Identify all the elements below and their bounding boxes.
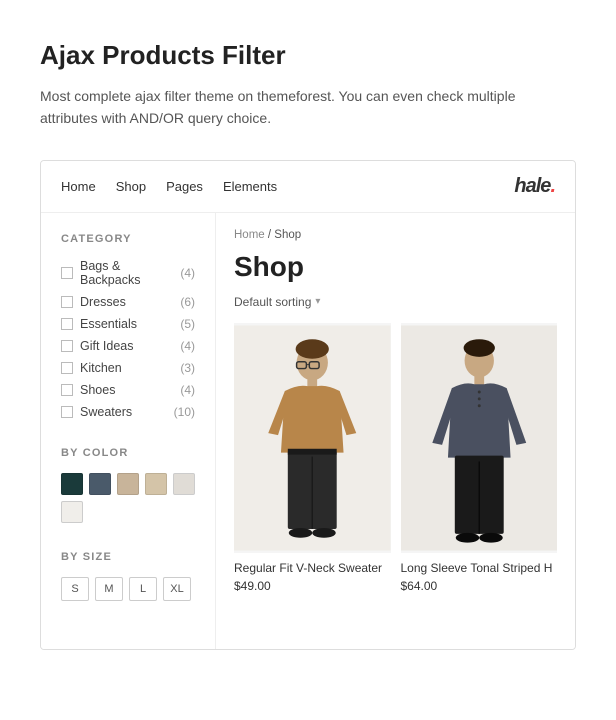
color-swatch-light-gray[interactable] xyxy=(173,473,195,495)
list-item: Shoes (4) xyxy=(61,383,195,397)
nav-link-shop[interactable]: Shop xyxy=(116,179,146,194)
breadcrumb: Home / Shop xyxy=(234,229,557,241)
sort-label: Default sorting xyxy=(234,295,311,309)
sorting-bar: Default sorting ▾ xyxy=(234,295,557,309)
category-checkbox-bags[interactable] xyxy=(61,267,73,279)
nav-link-pages[interactable]: Pages xyxy=(166,179,203,194)
color-filter-section: BY COLOR xyxy=(61,447,195,523)
category-name-sweaters[interactable]: Sweaters xyxy=(80,405,132,419)
color-swatches xyxy=(61,473,195,523)
site-body: CATEGORY Bags & Backpacks (4) xyxy=(41,213,575,649)
category-checkbox-sweaters[interactable] xyxy=(61,406,73,418)
list-item: Bags & Backpacks (4) xyxy=(61,259,195,287)
product-price-2: $64.00 xyxy=(401,579,558,593)
product-price-1: $49.00 xyxy=(234,579,391,593)
color-swatch-tan[interactable] xyxy=(117,473,139,495)
size-btn-m[interactable]: M xyxy=(95,577,123,601)
shop-title: Shop xyxy=(234,251,557,283)
product-name-2: Long Sleeve Tonal Striped H xyxy=(401,561,558,575)
browser-frame: Home Shop Pages Elements hale. CATEGORY xyxy=(40,160,576,650)
category-count-essentials: (5) xyxy=(180,317,195,331)
category-count-gift-ideas: (4) xyxy=(180,339,195,353)
main-content: Home / Shop Shop Default sorting ▾ xyxy=(216,213,575,649)
size-btn-l[interactable]: L xyxy=(129,577,157,601)
size-section-title: BY SIZE xyxy=(61,551,195,563)
category-section-title: CATEGORY xyxy=(61,233,195,245)
category-list: Bags & Backpacks (4) Dresses (6) xyxy=(61,259,195,419)
category-count-shoes: (4) xyxy=(180,383,195,397)
color-section-title: BY COLOR xyxy=(61,447,195,459)
list-item: Kitchen (3) xyxy=(61,361,195,375)
size-btn-xl[interactable]: XL xyxy=(163,577,191,601)
category-name-shoes[interactable]: Shoes xyxy=(80,383,115,397)
size-filter-section: BY SIZE S M L XL xyxy=(61,551,195,601)
category-filter-section: CATEGORY Bags & Backpacks (4) xyxy=(61,233,195,419)
category-name-bags[interactable]: Bags & Backpacks xyxy=(80,259,180,287)
site-logo: hale. xyxy=(514,175,555,198)
category-name-kitchen[interactable]: Kitchen xyxy=(80,361,122,375)
product-grid: Regular Fit V-Neck Sweater $49.00 xyxy=(234,323,557,593)
category-count-bags: (4) xyxy=(180,266,195,280)
nav-links: Home Shop Pages Elements xyxy=(61,179,277,194)
size-options: S M L XL xyxy=(61,577,195,601)
category-checkbox-gift-ideas[interactable] xyxy=(61,340,73,352)
breadcrumb-home[interactable]: Home xyxy=(234,229,265,241)
category-checkbox-shoes[interactable] xyxy=(61,384,73,396)
nav-link-home[interactable]: Home xyxy=(61,179,96,194)
color-swatch-white-gray[interactable] xyxy=(61,501,83,523)
product-card-2[interactable]: Long Sleeve Tonal Striped H $64.00 xyxy=(401,323,558,593)
nav-link-elements[interactable]: Elements xyxy=(223,179,277,194)
category-name-gift-ideas[interactable]: Gift Ideas xyxy=(80,339,134,353)
size-btn-s[interactable]: S xyxy=(61,577,89,601)
category-checkbox-kitchen[interactable] xyxy=(61,362,73,374)
sort-select[interactable]: Default sorting ▾ xyxy=(234,295,320,309)
chevron-down-icon: ▾ xyxy=(315,296,320,307)
breadcrumb-current: Shop xyxy=(274,229,301,241)
product-card-1[interactable]: Regular Fit V-Neck Sweater $49.00 xyxy=(234,323,391,593)
color-swatch-dark-teal[interactable] xyxy=(61,473,83,495)
list-item: Gift Ideas (4) xyxy=(61,339,195,353)
product-name-1: Regular Fit V-Neck Sweater xyxy=(234,561,391,575)
category-count-dresses: (6) xyxy=(180,295,195,309)
page-description: Most complete ajax filter theme on theme… xyxy=(40,85,520,130)
category-checkbox-dresses[interactable] xyxy=(61,296,73,308)
page-wrapper: Ajax Products Filter Most complete ajax … xyxy=(0,0,616,650)
list-item: Sweaters (10) xyxy=(61,405,195,419)
site-nav: Home Shop Pages Elements hale. xyxy=(41,161,575,213)
color-swatch-slate-blue[interactable] xyxy=(89,473,111,495)
category-checkbox-essentials[interactable] xyxy=(61,318,73,330)
category-name-dresses[interactable]: Dresses xyxy=(80,295,126,309)
list-item: Dresses (6) xyxy=(61,295,195,309)
page-title: Ajax Products Filter xyxy=(40,40,576,71)
sidebar: CATEGORY Bags & Backpacks (4) xyxy=(41,213,216,649)
product-image-2 xyxy=(401,323,558,553)
list-item: Essentials (5) xyxy=(61,317,195,331)
category-name-essentials[interactable]: Essentials xyxy=(80,317,137,331)
category-count-sweaters: (10) xyxy=(174,405,195,419)
product-image-1 xyxy=(234,323,391,553)
category-count-kitchen: (3) xyxy=(180,361,195,375)
color-swatch-beige[interactable] xyxy=(145,473,167,495)
